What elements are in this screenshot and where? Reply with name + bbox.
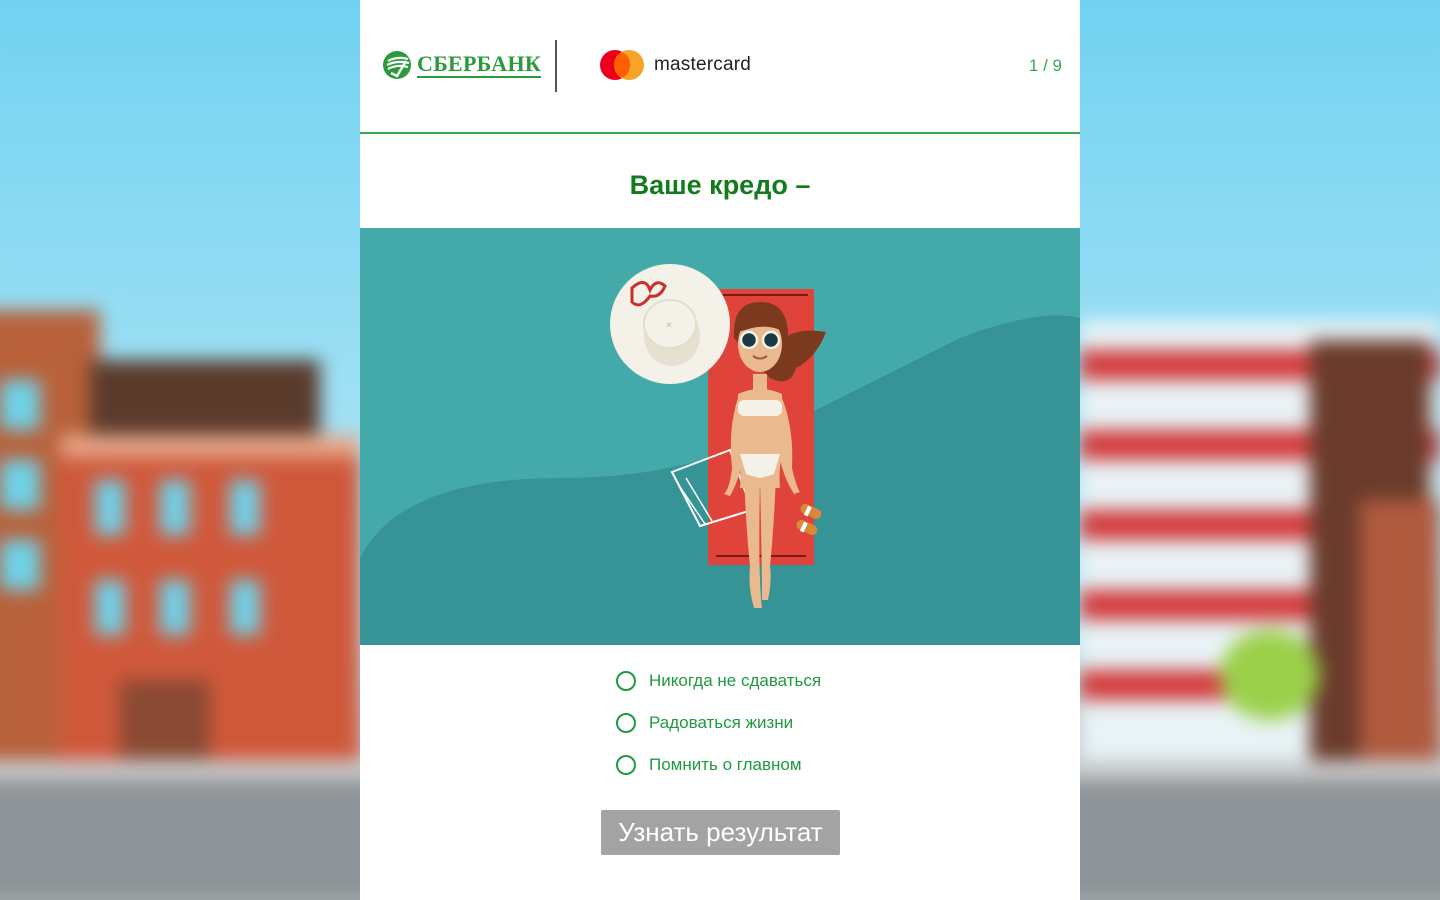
mastercard-logo[interactable]: mastercard [600,50,751,80]
option-label: Никогда не сдаваться [649,671,822,690]
svg-text:×: × [666,320,672,331]
quiz-card: СБЕРБАНК mastercard 1 / 9 Ваше кредо – × [360,0,1080,900]
woman-sunbathing-illustration: × [360,264,1080,645]
logo-divider [555,40,557,92]
header: СБЕРБАНК mastercard 1 / 9 [360,0,1080,132]
get-result-button[interactable]: Узнать результат [601,810,840,855]
answer-option-1[interactable]: Никогда не сдаваться [616,660,821,702]
sberbank-logo[interactable]: СБЕРБАНК [382,50,542,80]
radio-button-icon[interactable] [616,713,636,733]
answer-option-3[interactable]: Помнить о главном [616,744,821,786]
answer-option-2[interactable]: Радоваться жизни [616,702,821,744]
sberbank-logo-icon [383,51,411,79]
radio-button-icon[interactable] [616,671,636,691]
beach-illustration: × [360,228,1080,645]
mastercard-wordmark: mastercard [654,54,752,75]
radio-button-icon[interactable] [616,755,636,775]
option-label: Помнить о главном [649,755,802,774]
header-divider [360,132,1080,134]
mastercard-circles-icon [600,50,646,80]
page-counter: 1 / 9 [1028,56,1062,75]
question-title: Ваше кредо – [629,170,811,200]
answer-options: Никогда не сдаваться Радоваться жизни По… [616,660,821,786]
sberbank-wordmark: СБЕРБАНК [417,51,542,78]
option-label: Радоваться жизни [649,713,794,732]
